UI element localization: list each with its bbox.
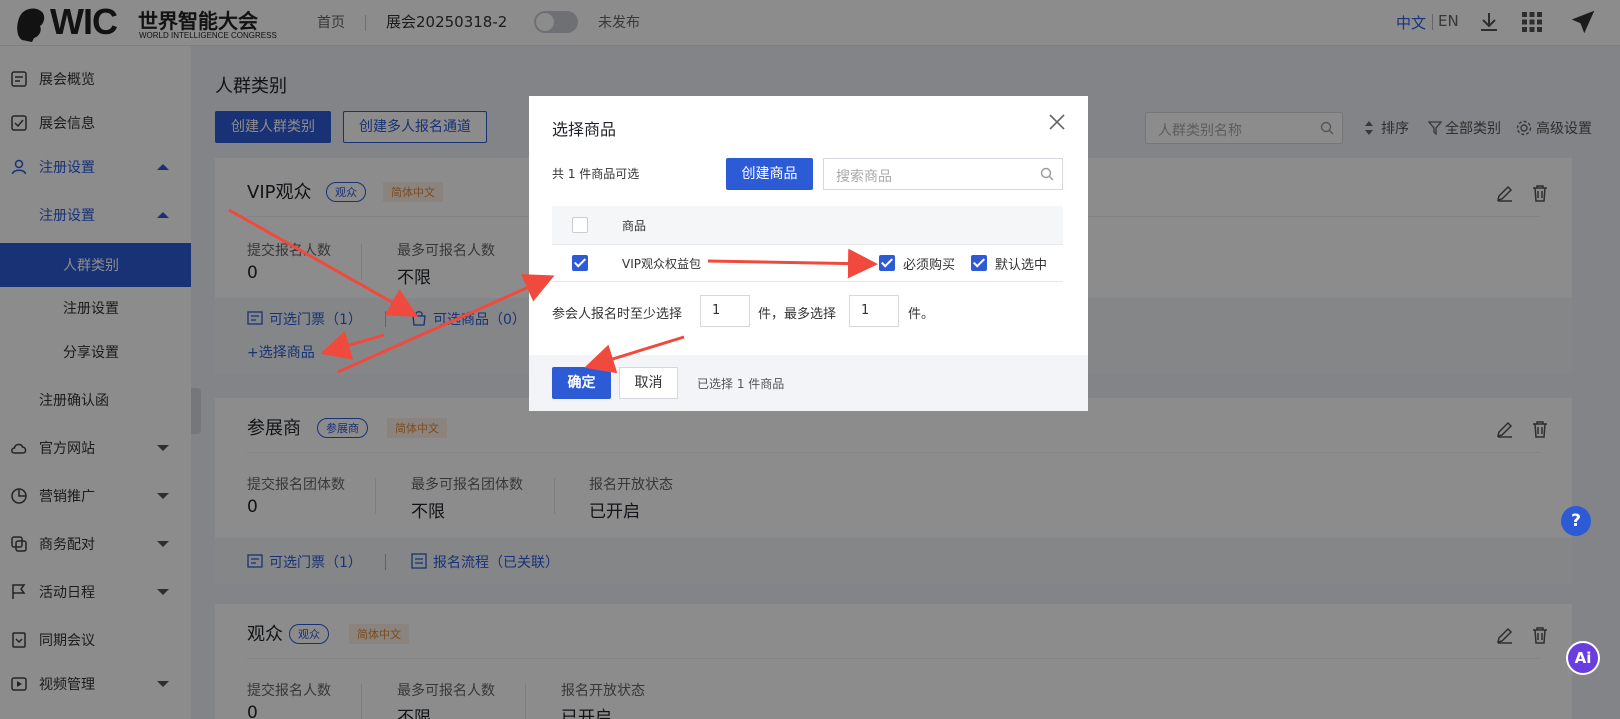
annotation-arrows [228, 208, 878, 374]
annotation-arrow [337, 274, 555, 374]
annotation-arrow [707, 248, 878, 279]
annotation-arrow [584, 335, 685, 374]
annotation-arrow [228, 208, 419, 317]
annotation-arrow [320, 330, 385, 360]
